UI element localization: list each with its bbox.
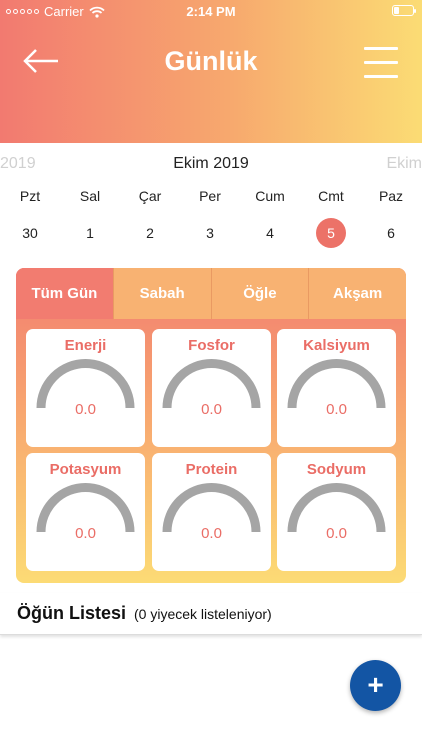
nutrient-value: 0.0 xyxy=(201,401,222,418)
nutrient-tile-kalsiyum[interactable]: Kalsiyum 0.0 xyxy=(277,329,396,447)
tab-sabah[interactable]: Sabah xyxy=(112,268,211,319)
day-cum[interactable]: Cum 4 xyxy=(240,186,300,248)
day-name: Cmt xyxy=(318,188,344,204)
nutrient-tile-potasyum[interactable]: Potasyum 0.0 xyxy=(26,453,145,571)
day-name: Sal xyxy=(79,188,101,204)
add-food-button[interactable]: + xyxy=(350,660,401,711)
day-name: Cum xyxy=(255,188,285,204)
nutrient-value: 0.0 xyxy=(326,401,347,418)
day-per[interactable]: Per 3 xyxy=(180,186,240,248)
day-sal[interactable]: Sal 1 xyxy=(60,186,120,248)
nutrient-tile-fosfor[interactable]: Fosfor 0.0 xyxy=(152,329,271,447)
tab-ogle[interactable]: Öğle xyxy=(210,268,309,319)
day-number: 30 xyxy=(22,225,38,241)
day-number: 2 xyxy=(146,225,154,241)
meal-tabs: Tüm Gün Sabah Öğle Akşam xyxy=(16,268,406,319)
meal-list-title: Öğün Listesi xyxy=(17,603,127,623)
status-bar: Carrier 2:14 PM xyxy=(0,0,422,22)
current-month: Ekim 2019 xyxy=(173,155,249,172)
day-number: 6 xyxy=(387,225,395,241)
day-number: 3 xyxy=(206,225,214,241)
day-pzt[interactable]: Pzt 30 xyxy=(0,186,60,248)
day-name: Per xyxy=(199,188,221,204)
week-strip: Pzt 30 Sal 1 Çar 2 Per 3 Cum 4 Cmt 5 Paz… xyxy=(0,186,422,248)
day-name: Paz xyxy=(378,188,404,204)
nutrient-name: Enerji xyxy=(64,337,107,354)
month-selector: 2019 Ekim 2019 Ekim xyxy=(0,155,422,177)
page-title: Günlük xyxy=(164,46,258,76)
nutrient-name: Potasyum xyxy=(49,461,122,478)
nutrient-name: Sodyum xyxy=(306,461,367,478)
day-number: 4 xyxy=(266,225,274,241)
nutrient-name: Fosfor xyxy=(188,337,235,354)
menu-button[interactable] xyxy=(364,45,400,79)
nutrient-value: 0.0 xyxy=(326,525,347,542)
nutrient-tile-enerji[interactable]: Enerji 0.0 xyxy=(26,329,145,447)
meal-list-count: (0 yiyecek listeleniyor) xyxy=(134,606,272,622)
day-paz[interactable]: Paz 6 xyxy=(361,186,421,248)
nutrient-value: 0.0 xyxy=(201,525,222,542)
day-car[interactable]: Çar 2 xyxy=(120,186,180,248)
nutrient-name: Kalsiyum xyxy=(303,337,370,354)
day-number-selected: 5 xyxy=(316,218,346,248)
day-name: Pzt xyxy=(19,188,41,204)
meal-list-header: Öğün Listesi (0 yiyecek listeleniyor) xyxy=(0,593,422,635)
nutrient-tile-sodyum[interactable]: Sodyum 0.0 xyxy=(277,453,396,571)
nutrient-card: Tüm Gün Sabah Öğle Akşam Enerji 0.0 Fosf… xyxy=(16,268,406,583)
tab-tum-gun[interactable]: Tüm Gün xyxy=(16,268,113,319)
app-header: Carrier 2:14 PM Günlük xyxy=(0,0,422,143)
day-cmt-selected[interactable]: Cmt 5 xyxy=(301,186,361,248)
nutrient-value: 0.0 xyxy=(75,525,96,542)
status-time: 2:14 PM xyxy=(186,4,236,19)
nutrient-value: 0.0 xyxy=(75,401,96,418)
nutrient-tile-protein[interactable]: Protein 0.0 xyxy=(152,453,271,571)
next-month[interactable]: Ekim xyxy=(386,155,422,173)
day-number: 1 xyxy=(86,225,94,241)
tab-aksam[interactable]: Akşam xyxy=(308,268,406,319)
day-name: Çar xyxy=(138,188,162,204)
battery-icon xyxy=(392,5,416,16)
nutrient-name: Protein xyxy=(185,461,238,478)
